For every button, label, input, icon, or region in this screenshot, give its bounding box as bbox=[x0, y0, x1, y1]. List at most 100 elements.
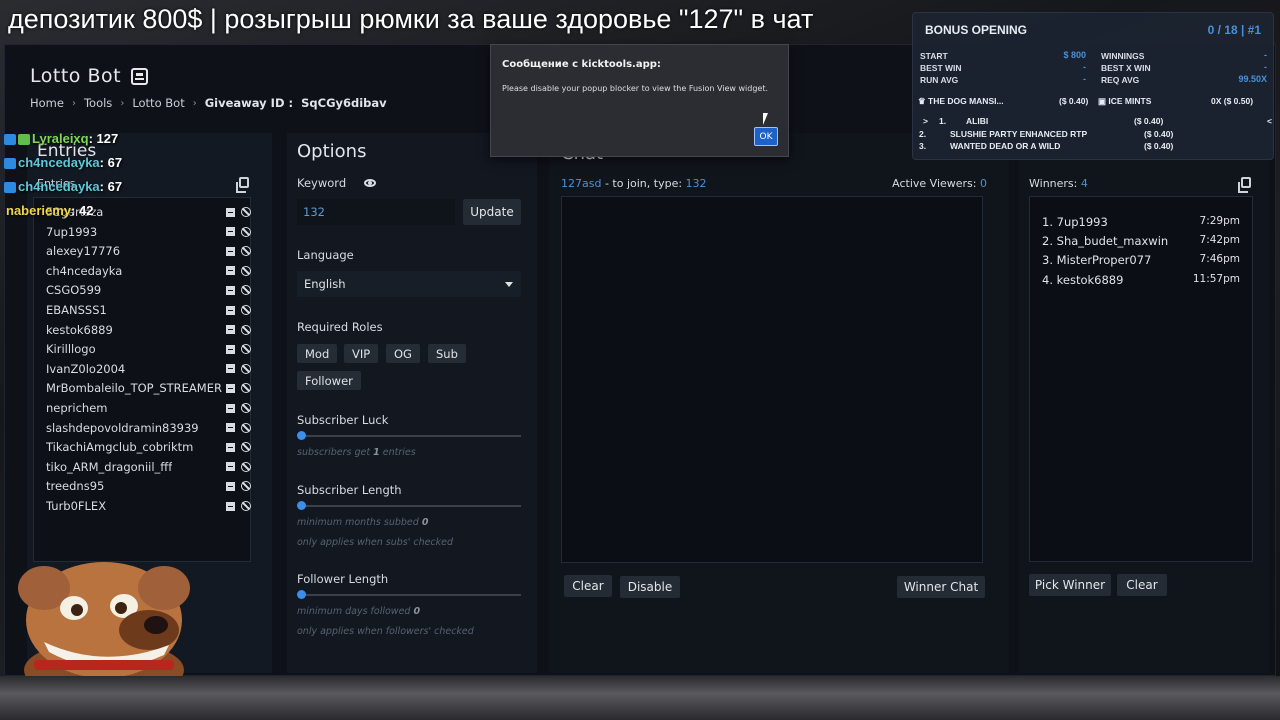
chevron-down-icon bbox=[505, 282, 513, 287]
winner-name-cell: 4. kestok6889 bbox=[1042, 273, 1123, 287]
follower-length-slider[interactable] bbox=[301, 594, 521, 596]
ban-icon[interactable] bbox=[241, 285, 251, 296]
remove-entry-icon[interactable] bbox=[226, 285, 235, 295]
language-label: Language bbox=[297, 248, 354, 262]
app-title-text: Lotto Bot bbox=[30, 65, 122, 87]
winner-name-cell: 3. MisterProper077 bbox=[1042, 253, 1151, 267]
alert-message: Please disable your popup blocker to vie… bbox=[502, 84, 769, 93]
remove-entry-icon[interactable] bbox=[226, 305, 235, 315]
breadcrumb-tools[interactable]: Tools bbox=[84, 96, 112, 110]
update-button[interactable]: Update bbox=[463, 199, 521, 225]
bonus-run-avg-value: - bbox=[1083, 74, 1086, 84]
chat-join-instructions: 127asd - to join, type: 132 bbox=[561, 177, 707, 190]
role-mod-button[interactable]: Mod bbox=[297, 344, 338, 363]
ban-icon[interactable] bbox=[241, 324, 251, 335]
subscriber-luck-slider[interactable] bbox=[301, 435, 521, 437]
winner-time: 7:29pm bbox=[1199, 215, 1240, 227]
pick-winner-button[interactable]: Pick Winner bbox=[1029, 574, 1111, 596]
ban-icon[interactable] bbox=[241, 383, 251, 394]
winner-name: MisterProper077 bbox=[1056, 253, 1152, 268]
remove-entry-icon[interactable] bbox=[226, 462, 235, 472]
bonus-opening-overlay: BONUS OPENING 0 / 18 | #1 START $ 800 BE… bbox=[912, 12, 1274, 160]
winner-rank: 2. bbox=[1042, 234, 1053, 249]
ban-icon[interactable] bbox=[241, 403, 251, 413]
ban-icon[interactable] bbox=[241, 363, 251, 374]
subscriber-length-slider[interactable] bbox=[301, 505, 521, 507]
overlay-chat-message: ch4ncedayka: 67 bbox=[4, 155, 122, 170]
remove-entry-icon[interactable] bbox=[226, 325, 235, 335]
chat-messages-box[interactable] bbox=[561, 196, 983, 563]
winner-chat-button[interactable]: Winner Chat bbox=[897, 576, 985, 598]
bonus-list-back-icon[interactable]: < bbox=[1267, 116, 1272, 126]
ban-icon[interactable] bbox=[241, 265, 251, 276]
winners-list: 1. 7up1993 7:29pm 2. Sha_budet_maxwin 7:42p… bbox=[1029, 196, 1253, 562]
entry-row: kestok6889 bbox=[46, 321, 251, 339]
role-vip-button[interactable]: VIP bbox=[344, 344, 379, 363]
follower-length-handle[interactable] bbox=[297, 590, 306, 599]
chat-disable-button[interactable]: Disable bbox=[620, 576, 680, 598]
crown-icon: ♛ bbox=[918, 96, 926, 106]
follower-length-hint: minimum days followed 0 bbox=[297, 606, 420, 617]
chat-join-mid: - to join, type: bbox=[604, 177, 683, 190]
ban-icon[interactable] bbox=[241, 246, 251, 257]
remove-entry-icon[interactable] bbox=[226, 246, 235, 256]
language-select[interactable]: English bbox=[297, 271, 521, 297]
overlay-chat-message: ch4ncedayka: 67 bbox=[4, 179, 122, 194]
active-viewers-label: Active Viewers: bbox=[892, 177, 977, 190]
winner-row: 2. Sha_budet_maxwin 7:42pm bbox=[1042, 234, 1240, 248]
ban-icon[interactable] bbox=[241, 501, 251, 511]
bonus-count: 0 / 18 | #1 bbox=[1207, 23, 1261, 37]
bonus-list-number: 2. bbox=[919, 128, 927, 139]
remove-entry-icon[interactable] bbox=[226, 266, 235, 276]
ban-icon[interactable] bbox=[241, 422, 251, 433]
remove-entry-icon[interactable] bbox=[226, 423, 235, 433]
copy-icon[interactable] bbox=[1238, 177, 1251, 193]
eye-icon[interactable] bbox=[364, 179, 376, 187]
entry-actions bbox=[226, 363, 251, 374]
subscriber-length-label: Subscriber Length bbox=[297, 483, 402, 497]
entry-row: alexey17776 bbox=[46, 242, 251, 260]
remove-entry-icon[interactable] bbox=[226, 344, 235, 354]
role-follower-button[interactable]: Follower bbox=[297, 371, 361, 390]
ban-icon[interactable] bbox=[241, 226, 251, 237]
winners-clear-button[interactable]: Clear bbox=[1117, 574, 1167, 596]
subscriber-luck-hint: subscribers get 1 entries bbox=[297, 447, 416, 458]
copy-icon[interactable] bbox=[236, 177, 249, 193]
winner-rank: 3. bbox=[1042, 253, 1053, 268]
breadcrumb-lotto-bot[interactable]: Lotto Bot bbox=[132, 96, 184, 110]
ban-icon[interactable] bbox=[241, 305, 251, 315]
keyword-input[interactable] bbox=[297, 199, 455, 225]
ban-icon[interactable] bbox=[241, 344, 251, 355]
remove-entry-icon[interactable] bbox=[226, 383, 235, 393]
remove-entry-icon[interactable] bbox=[226, 207, 235, 217]
remove-entry-icon[interactable] bbox=[226, 364, 235, 374]
stream-title: депозитик 800$ | розыгрыш рюмки за ваше … bbox=[8, 4, 814, 34]
ban-icon[interactable] bbox=[241, 207, 251, 217]
chat-clear-button[interactable]: Clear bbox=[564, 575, 612, 597]
role-og-button[interactable]: OG bbox=[386, 344, 420, 363]
overlay-chat-text: : 67 bbox=[99, 179, 123, 194]
bonus-list-name: SLUSHIE PARTY ENHANCED RTP bbox=[950, 128, 1088, 139]
overlay-chat-user: naberiemy bbox=[6, 203, 72, 218]
ban-icon[interactable] bbox=[241, 461, 251, 472]
remove-entry-icon[interactable] bbox=[226, 501, 235, 511]
ban-icon[interactable] bbox=[241, 481, 251, 492]
role-sub-button[interactable]: Sub bbox=[428, 344, 466, 363]
entry-row: neprichem bbox=[46, 399, 251, 417]
remove-entry-icon[interactable] bbox=[226, 442, 235, 452]
alert-ok-button[interactable]: OK bbox=[754, 127, 778, 146]
subscriber-luck-handle[interactable] bbox=[297, 431, 306, 440]
winner-time: 7:46pm bbox=[1199, 253, 1240, 266]
bonus-list-value: ($ 0.40) bbox=[1144, 128, 1174, 139]
bonus-list-name: ALIBI bbox=[966, 116, 989, 126]
ban-icon[interactable] bbox=[241, 442, 251, 453]
bonus-best-x-value: - bbox=[1264, 62, 1267, 72]
subscriber-luck-value: 1 bbox=[373, 447, 380, 458]
remove-entry-icon[interactable] bbox=[226, 481, 235, 491]
follower-length-value: 0 bbox=[413, 606, 421, 617]
remove-entry-icon[interactable] bbox=[226, 227, 235, 237]
subscriber-length-handle[interactable] bbox=[297, 501, 306, 510]
entry-username: neprichem bbox=[46, 401, 108, 415]
remove-entry-icon[interactable] bbox=[226, 403, 235, 413]
breadcrumb-home[interactable]: Home bbox=[30, 96, 64, 110]
